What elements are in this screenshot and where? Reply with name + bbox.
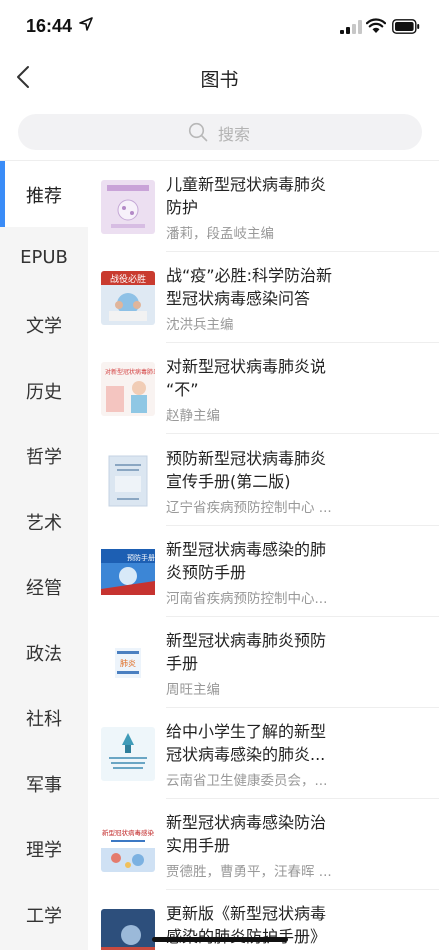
book-list-item[interactable]: 新型冠状病毒感染 新型冠状病毒感染防治 实用手册 贾德胜，曹勇平，汪春晖 ... xyxy=(88,799,439,890)
book-title: 新型冠状病毒肺炎预防 手册 xyxy=(166,631,327,673)
book-author: 贾德胜，曹勇平，汪春晖 ... xyxy=(166,864,332,880)
category-item-art[interactable]: 艺术 xyxy=(0,488,88,554)
book-cover: 预防手册 xyxy=(101,545,155,599)
category-item-science[interactable]: 理学 xyxy=(0,815,88,881)
book-cover: 战役必胜 xyxy=(101,271,155,325)
category-item-politics-law[interactable]: 政法 xyxy=(0,619,88,685)
book-title: 预防新型冠状病毒肺炎 宣传手册(第二版) xyxy=(166,449,327,491)
cover-text: 战役必胜 xyxy=(110,273,146,285)
category-item-economics[interactable]: 经管 xyxy=(0,553,88,619)
book-author: 赵静主编 xyxy=(166,408,220,424)
book-author: 云南省卫生健康委员会，... xyxy=(166,773,328,789)
book-cover: 新型冠状病毒感染 xyxy=(101,818,155,872)
book-list: 儿童新型冠状病毒肺炎 防护 潘莉，段孟岐主编 战役必胜 战“疫”必胜:科学防治新… xyxy=(88,161,439,950)
category-item-history[interactable]: 历史 xyxy=(0,357,88,423)
book-list-item[interactable]: 战役必胜 战“疫”必胜:科学防治新 型冠状病毒感染问答 沈洪兵主编 xyxy=(88,252,439,343)
book-author: 潘莉，段孟岐主编 xyxy=(166,226,274,242)
battery-icon xyxy=(392,19,420,34)
book-cover: 肺炎 xyxy=(101,636,155,690)
book-title: 对新型冠状病毒肺炎说 “不” xyxy=(166,357,327,399)
search-placeholder: 搜索 xyxy=(218,125,251,144)
book-cover xyxy=(101,454,155,508)
book-author: 河南省疾病预防控制中心... xyxy=(166,591,328,607)
book-cover xyxy=(101,727,155,781)
book-title: 给中小学生了解的新型 冠状病毒感染的肺炎... xyxy=(166,722,327,764)
book-author: 辽宁省疾病预防控制中心 ... xyxy=(166,500,332,516)
page-title: 图书 xyxy=(200,69,239,91)
book-author: 周旺主编 xyxy=(166,682,220,698)
category-item-military[interactable]: 军事 xyxy=(0,750,88,816)
book-list-item[interactable]: 对新型冠状病毒肺炎说不 对新型冠状病毒肺炎说 “不” 赵静主编 xyxy=(88,343,439,434)
book-list-item[interactable]: 儿童新型冠状病毒肺炎 防护 潘莉，段孟岐主编 xyxy=(88,161,439,252)
home-indicator[interactable] xyxy=(152,937,288,942)
book-list-item[interactable]: 肺炎 新型冠状病毒肺炎预防 手册 周旺主编 xyxy=(88,617,439,708)
category-item-philosophy[interactable]: 哲学 xyxy=(0,422,88,488)
navigation-bar: 图书 xyxy=(0,54,439,100)
cover-text: 预防手册 xyxy=(127,553,155,562)
book-title: 新型冠状病毒感染的肺 炎预防手册 xyxy=(166,540,327,582)
book-title: 新型冠状病毒感染防治 实用手册 xyxy=(166,813,327,855)
book-cover xyxy=(101,909,155,950)
book-list-item[interactable]: 给中小学生了解的新型 冠状病毒感染的肺炎... 云南省卫生健康委员会，... xyxy=(88,708,439,799)
book-title: 儿童新型冠状病毒肺炎 防护 xyxy=(166,175,327,217)
category-item-literature[interactable]: 文学 xyxy=(0,291,88,357)
wifi-icon xyxy=(366,18,386,33)
book-cover xyxy=(101,180,155,234)
book-author: 沈洪兵主编 xyxy=(166,317,234,333)
row-divider xyxy=(166,433,439,434)
book-list-item[interactable]: 预防新型冠状病毒肺炎 宣传手册(第二版) 辽宁省疾病预防控制中心 ... xyxy=(88,435,439,526)
status-bar: 16:44 xyxy=(0,0,439,54)
category-item-epub[interactable]: EPUB xyxy=(0,226,88,292)
cover-text: 肺炎 xyxy=(120,659,136,668)
status-time: 16:44 xyxy=(26,16,73,36)
book-list-item[interactable]: 预防手册 新型冠状病毒感染的肺 炎预防手册 河南省疾病预防控制中心... xyxy=(88,526,439,617)
category-item-recommended[interactable]: 推荐 xyxy=(0,161,88,227)
location-arrow-icon xyxy=(79,17,93,31)
cover-text: 新型冠状病毒感染 xyxy=(102,828,155,837)
book-title: 战“疫”必胜:科学防治新 型冠状病毒感染问答 xyxy=(166,266,332,308)
category-item-social-science[interactable]: 社科 xyxy=(0,684,88,750)
search-input[interactable]: 搜索 xyxy=(18,114,422,150)
book-cover: 对新型冠状病毒肺炎说不 xyxy=(101,362,155,416)
cover-text: 对新型冠状病毒肺炎说不 xyxy=(105,368,155,376)
cellular-signal-icon xyxy=(340,20,362,34)
category-item-engineering[interactable]: 工学 xyxy=(0,881,88,947)
category-sidebar: 推荐 EPUB 文学 历史 哲学 艺术 经管 政法 社科 军事 理学 工学 xyxy=(0,161,88,950)
search-icon xyxy=(188,122,208,142)
